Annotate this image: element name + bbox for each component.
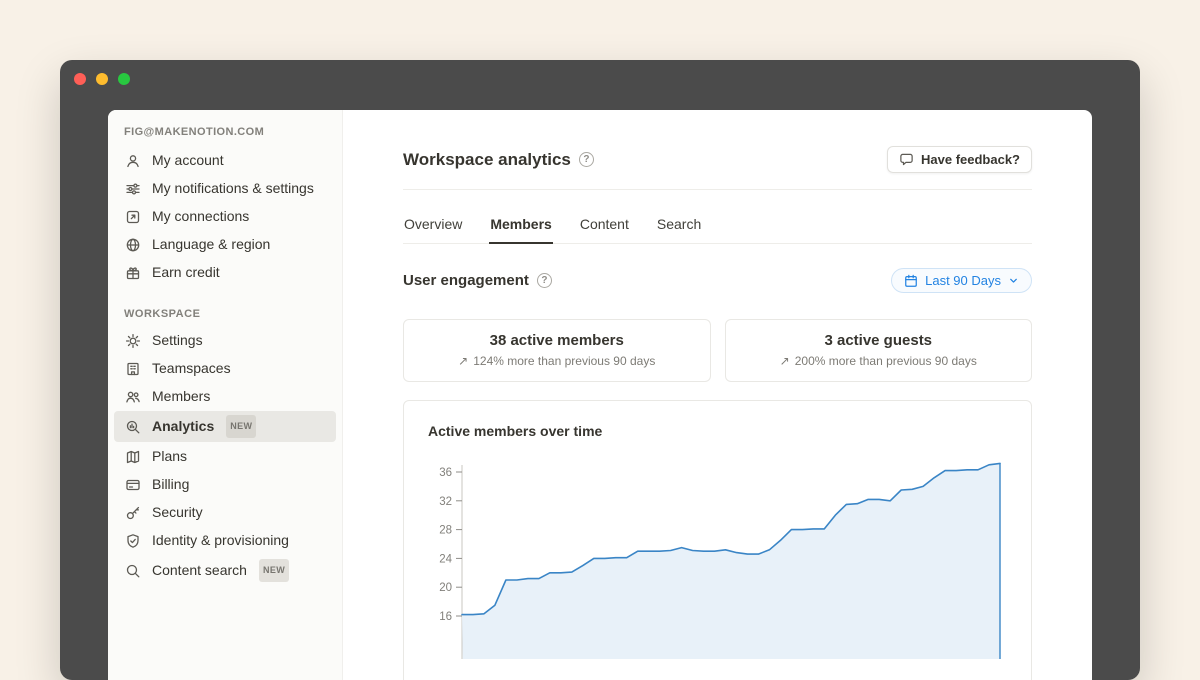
engagement-stats: 38 active members ↗ 124% more than previ… [403,319,1032,382]
tab-search[interactable]: Search [656,202,702,243]
sidebar-item-label: My connections [152,207,249,226]
have-feedback-label: Have feedback? [921,152,1020,167]
help-icon[interactable]: ? [537,273,552,288]
sidebar-item-teamspaces[interactable]: Teamspaces [114,355,336,382]
stat-value: 38 active members [414,332,700,349]
sidebar-item-label: Language & region [152,235,270,254]
sidebar-item-label: Billing [152,475,189,494]
sidebar-item-my-connections[interactable]: My connections [114,203,336,230]
sidebar-item-label: My notifications & settings [152,179,314,198]
arrow-square-icon [124,208,142,226]
search-icon [124,562,142,580]
app-window: FIG@MAKENOTION.COM My account My notific… [60,60,1140,680]
chevron-down-icon [1008,275,1019,286]
sidebar-item-identity-provisioning[interactable]: Identity & provisioning [114,527,336,554]
section-title: User engagement [403,272,529,289]
sidebar-item-label: Earn credit [152,263,220,282]
sidebar-item-label: My account [152,151,224,170]
chart-search-icon [124,418,142,436]
sidebar-item-my-account[interactable]: My account [114,147,336,174]
analytics-tabs: Overview Members Content Search [403,202,1032,244]
sliders-icon [124,180,142,198]
sidebar-item-earn-credit[interactable]: Earn credit [114,259,336,286]
active-guests-stat-card: 3 active guests ↗ 200% more than previou… [725,319,1033,382]
sidebar-item-security[interactable]: Security [114,499,336,526]
sidebar-item-label: Members [152,387,210,406]
close-window-button[interactable] [74,73,86,85]
sidebar-item-settings[interactable]: Settings [114,327,336,354]
new-badge: NEW [259,559,289,582]
page-header: Workspace analytics ? Have feedback? [403,146,1032,190]
avatar-icon [124,152,142,170]
svg-text:16: 16 [439,611,452,623]
sidebar-item-notifications-settings[interactable]: My notifications & settings [114,175,336,202]
svg-text:32: 32 [439,496,452,508]
sidebar-item-language-region[interactable]: Language & region [114,231,336,258]
user-engagement-header: User engagement ? Last 90 Days [403,268,1032,293]
workspace-section-heading: WORKSPACE [108,302,342,326]
active-members-line-chart: 36 32 28 24 20 16 [428,459,1007,659]
speech-bubble-icon [899,152,914,167]
sidebar-item-label: Content search [152,561,247,580]
stat-delta-text: 200% more than previous 90 days [795,354,977,368]
sidebar-item-plans[interactable]: Plans [114,443,336,470]
sidebar-item-analytics[interactable]: Analytics NEW [114,411,336,442]
active-members-stat-card: 38 active members ↗ 124% more than previ… [403,319,711,382]
zoom-window-button[interactable] [118,73,130,85]
have-feedback-button[interactable]: Have feedback? [887,146,1032,173]
chart-title: Active members over time [428,423,1007,439]
sidebar-item-label: Identity & provisioning [152,531,289,550]
sidebar-item-label: Teamspaces [152,359,231,378]
key-icon [124,504,142,522]
help-icon[interactable]: ? [579,152,594,167]
new-badge: NEW [226,415,256,438]
window-controls [74,73,130,85]
gift-icon [124,264,142,282]
stat-value: 3 active guests [736,332,1022,349]
trend-up-icon: ↗ [458,354,468,368]
shield-check-icon [124,532,142,550]
gear-icon [124,332,142,350]
settings-panel: FIG@MAKENOTION.COM My account My notific… [108,110,1092,680]
sidebar-item-label: Security [152,503,203,522]
calendar-icon [904,274,918,288]
sidebar-item-content-search[interactable]: Content search NEW [114,555,336,586]
sidebar-item-label: Plans [152,447,187,466]
globe-icon [124,236,142,254]
tab-members[interactable]: Members [489,202,552,243]
credit-card-icon [124,476,142,494]
svg-text:36: 36 [439,467,452,479]
date-range-filter[interactable]: Last 90 Days [891,268,1032,293]
sidebar-item-label: Settings [152,331,203,350]
tab-content[interactable]: Content [579,202,630,243]
sidebar-item-members[interactable]: Members [114,383,336,410]
minimize-window-button[interactable] [96,73,108,85]
sidebar-item-label: Analytics [152,417,214,436]
sidebar-item-billing[interactable]: Billing [114,471,336,498]
trend-up-icon: ↗ [780,354,790,368]
settings-sidebar: FIG@MAKENOTION.COM My account My notific… [108,110,343,680]
analytics-main: Workspace analytics ? Have feedback? Ove… [343,110,1092,680]
stat-delta-text: 124% more than previous 90 days [473,354,655,368]
building-icon [124,360,142,378]
tab-overview[interactable]: Overview [403,202,463,243]
account-email: FIG@MAKENOTION.COM [108,124,342,146]
map-icon [124,448,142,466]
date-range-label: Last 90 Days [925,273,1001,288]
active-members-chart-card: Active members over time 36 32 28 24 20 16 [403,400,1032,680]
page-title: Workspace analytics [403,150,571,170]
svg-text:24: 24 [439,553,452,565]
svg-text:20: 20 [439,582,452,594]
people-icon [124,388,142,406]
svg-text:28: 28 [439,525,452,537]
